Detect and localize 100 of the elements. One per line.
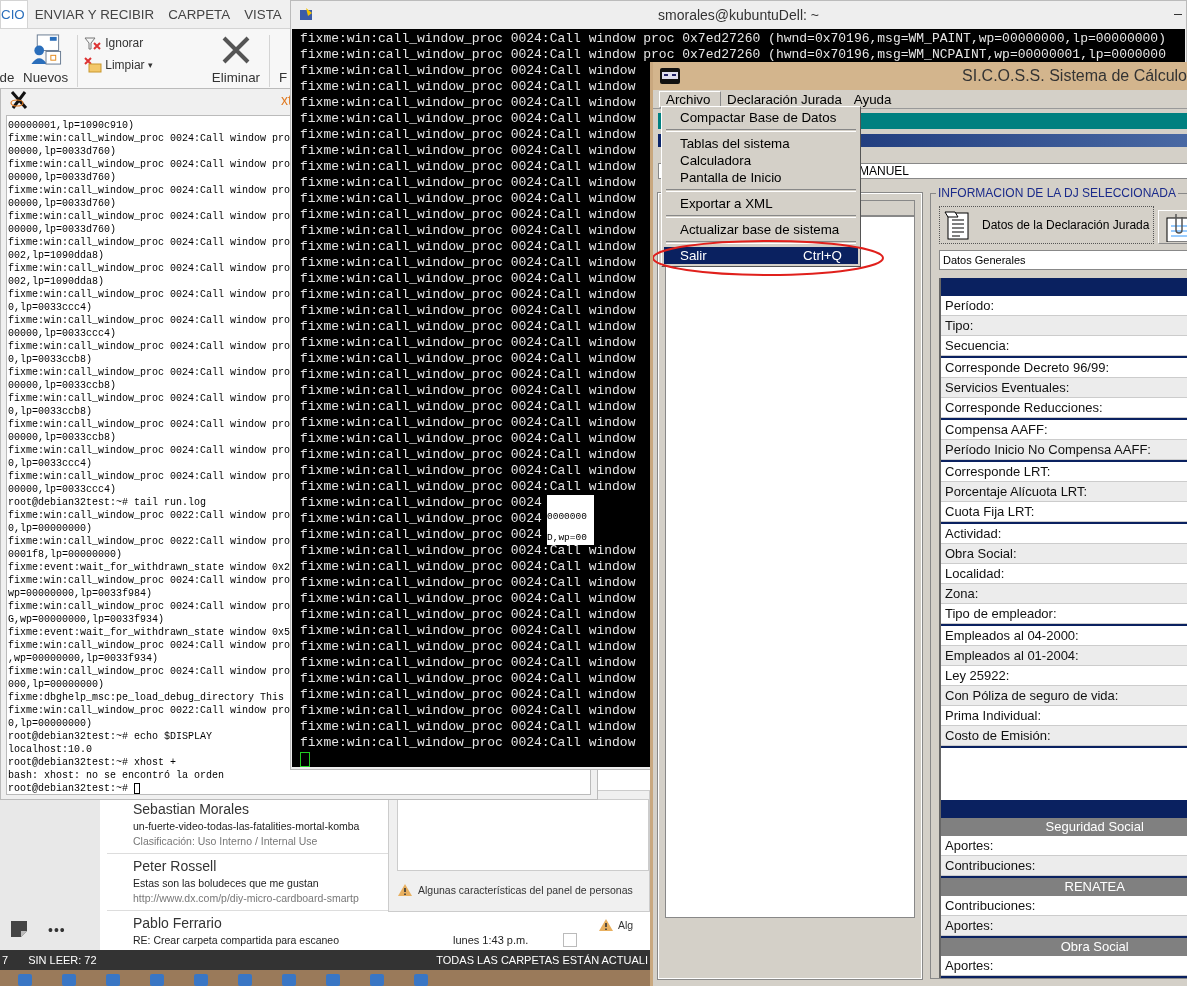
terminal-line: 00000,lp=0033d760) xyxy=(8,171,117,184)
terminal-line: fixme:win:call_window_proc 0024:Call window xyxy=(300,543,636,559)
terminal-line: fixme:win:call_window_proc 0024:Call window xyxy=(300,143,636,159)
terminal-line: fixme:win:call_window_proc 0024:Call window xyxy=(300,95,636,111)
terminal-app-icon xyxy=(299,7,315,23)
terminal-line: fixme:win:call_window_proc 0024:Call window xyxy=(300,559,636,575)
terminal-line: fixme:win:call_window_proc 0024 xyxy=(300,495,542,511)
terminal-line: fixme:win:call_window_proc 0024:Call window xyxy=(300,207,636,223)
taskbar-app-icon[interactable] xyxy=(238,974,252,986)
new-contacts-button[interactable]: Nuevos xyxy=(20,33,72,89)
form-label: Contribuciones: xyxy=(941,856,1187,876)
message-sender: Sebastian Morales xyxy=(133,800,250,818)
terminal-line: fixme:win:call_window_proc 0024:Call window xyxy=(300,303,636,319)
terminal-line: fixme:win:call_window_proc 0024:Call window xyxy=(300,127,636,143)
form-label: Obra Social: xyxy=(941,544,1187,564)
terminal-line: fixme:win:call_window_proc 0024:Call window pro xyxy=(8,574,291,587)
menu-item[interactable]: Exportar a XML xyxy=(664,195,858,212)
terminal-line: 0001f8,lp=00000000) xyxy=(8,548,123,561)
terminal-line: G,wp=00000000,lp=0033f934) xyxy=(8,613,165,626)
terminal-line: fixme:event:wait_for_withdrawn_state window 0x5 xyxy=(8,626,291,639)
message-preview: http://www.dx.com/p/diy-micro-cardboard-smartp xyxy=(133,891,360,906)
form-label: Tipo: xyxy=(941,316,1187,336)
terminal-line: ,wp=00000000,lp=0033f934) xyxy=(8,652,159,665)
terminal-line: fixme:win:call_window_proc 0024:Call window xyxy=(300,111,636,127)
menu-item[interactable]: Actualizar base de sistema xyxy=(664,221,858,238)
note-icon[interactable] xyxy=(10,920,28,938)
terminal-line: fixme:win:call_window_proc 0024:Call window pro xyxy=(8,236,291,249)
terminal-line: fixme:win:call_window_proc 0024:Call window xyxy=(300,79,636,95)
terminal-line: 00000,lp=0033ccb8) xyxy=(8,431,117,444)
terminal-line: fixme:win:call_window_proc 0024:Call window xyxy=(300,319,636,335)
terminal-line: 00000,lp=0033ccb8) xyxy=(8,379,117,392)
minimize-icon[interactable] xyxy=(1174,14,1182,15)
terminal-line: fixme:win:call_window_proc 0024 xyxy=(300,527,542,543)
section-header: Seguridad Social xyxy=(941,818,1187,836)
menu-item[interactable]: Tablas del sistema xyxy=(664,135,858,152)
message-item[interactable]: Pablo Ferrario RE: Crear carpeta compartida para escaneo lunes 1:43 p.m. xyxy=(107,914,577,948)
terminal-line: 0,lp=0033ccc4) xyxy=(8,301,92,314)
message-subject: un-fuerte-video-todas-las-fatalities-mortal-komba xyxy=(133,819,360,834)
terminal-line: 000,lp=00000000) xyxy=(8,678,104,691)
taskbar-app-icon[interactable] xyxy=(106,974,120,986)
terminal-line: fixme:win:call_window_proc 0024:Call window xyxy=(300,271,636,287)
tab[interactable] xyxy=(1158,210,1187,244)
terminal-line: fixme:win:call_window_proc 0024:Call window xyxy=(300,383,636,399)
glitch-text: D,wp=00 xyxy=(547,532,588,543)
terminal-line: fixme:win:call_window_proc 0024:Call window xyxy=(300,671,636,687)
form-label: Aportes: xyxy=(941,916,1187,936)
message-subject: RE: Crear carpeta compartida para escaneo xyxy=(133,933,340,948)
taskbar-app-icon[interactable] xyxy=(62,974,76,986)
terminal-line: root@debian32test:~# xyxy=(8,782,129,795)
taskbar-app-icon[interactable] xyxy=(414,974,428,986)
list-area[interactable] xyxy=(665,216,915,918)
window-title: SI.C.O.S.S. Sistema de Cálculo xyxy=(962,67,1187,85)
terminal-line: fixme:win:call_window_proc 0024:Call window pro xyxy=(8,340,291,353)
delete-button[interactable]: Eliminar xyxy=(208,33,263,89)
terminal-line: 00000,lp=0033ccc4) xyxy=(8,483,117,496)
menu-item[interactable]: Compactar Base de Datos xyxy=(664,109,858,126)
menu-item[interactable]: Ayuda xyxy=(847,90,898,108)
terminal-line: fixme:win:call_window_proc 0024:Call window pro xyxy=(8,184,291,197)
ribbon-tab[interactable]: CIO xyxy=(0,0,28,28)
terminal-line: wp=00000000,lp=0033f984) xyxy=(8,587,153,600)
menu-item[interactable]: Declaración Jurada xyxy=(721,90,848,108)
terminal-line: fixme:event:wait_for_withdrawn_state window 0x2 xyxy=(8,561,291,574)
terminal-line: fixme:win:call_window_proc 0024:Call window xyxy=(300,575,636,591)
terminal-line: fixme:win:call_window_proc 0024:Call window pro xyxy=(8,288,291,301)
ignore-icon xyxy=(84,35,103,51)
warning-icon xyxy=(397,883,413,897)
terminal-line: fixme:win:call_window_proc 0024:Call window pro xyxy=(8,444,291,457)
ribbon-tab[interactable]: ENVIAR Y RECIBIR xyxy=(27,0,162,28)
taskbar-app-icon[interactable] xyxy=(18,974,32,986)
terminal-line: fixme:win:call_window_proc 0024:Call window xyxy=(300,463,636,479)
ignore-button[interactable]: Ignorar xyxy=(84,33,153,53)
terminal-line: fixme:win:call_window_proc 0024:Call window proc 0x7ed27260 (hwnd=0x70196,msg=WM_PAINT,wp=00000000,lp=00000000) xyxy=(300,31,1166,47)
terminal-line: fixme:win:call_window_proc 0024:Call window xyxy=(300,607,636,623)
ribbon-button[interactable]: de xyxy=(0,33,14,89)
document-icon xyxy=(944,210,970,240)
terminal-line: fixme:win:call_window_proc 0024:Call window pro xyxy=(8,639,291,652)
taskbar-app-icon[interactable] xyxy=(150,974,164,986)
terminal-line: 0,lp=00000000) xyxy=(8,522,92,535)
menu-item[interactable]: Salir Ctrl+Q xyxy=(664,247,858,264)
terminal-line: fixme:win:call_window_proc 0024:Call window xyxy=(300,159,636,175)
terminal-line: fixme:win:call_window_proc 0024:Call window xyxy=(300,399,636,415)
tab[interactable]: Datos de la Declaración Jurada xyxy=(939,206,1155,244)
terminal-line: fixme:win:call_window_proc 0024:Call window xyxy=(300,703,636,719)
more-button[interactable]: ••• xyxy=(48,922,66,938)
terminal-line: 0,lp=0033ccc4) xyxy=(8,457,92,470)
clean-button[interactable]: Limpiar ▾ xyxy=(84,55,153,75)
menu-item[interactable]: Pantalla de Inicio xyxy=(664,169,858,186)
terminal-line: fixme:win:call_window_proc 0024 xyxy=(300,511,542,527)
menu-item[interactable]: Calculadora xyxy=(664,152,858,169)
section-dropdown[interactable]: Datos Generales xyxy=(939,250,1187,270)
taskbar-app-icon[interactable] xyxy=(282,974,296,986)
ribbon-button[interactable]: F xyxy=(276,33,290,89)
terminal-line: 0,lp=00000000) xyxy=(8,717,92,730)
taskbar-app-icon[interactable] xyxy=(370,974,384,986)
terminal-line: fixme:dbghelp_msc:pe_load_debug_directory This xyxy=(8,691,285,704)
taskbar-app-icon[interactable] xyxy=(194,974,208,986)
ribbon-tab[interactable]: VISTA xyxy=(237,0,289,28)
ribbon-tab[interactable]: CARPETA xyxy=(161,0,238,28)
form-label: Con Póliza de seguro de vida: xyxy=(941,686,1187,706)
taskbar-app-icon[interactable] xyxy=(326,974,340,986)
